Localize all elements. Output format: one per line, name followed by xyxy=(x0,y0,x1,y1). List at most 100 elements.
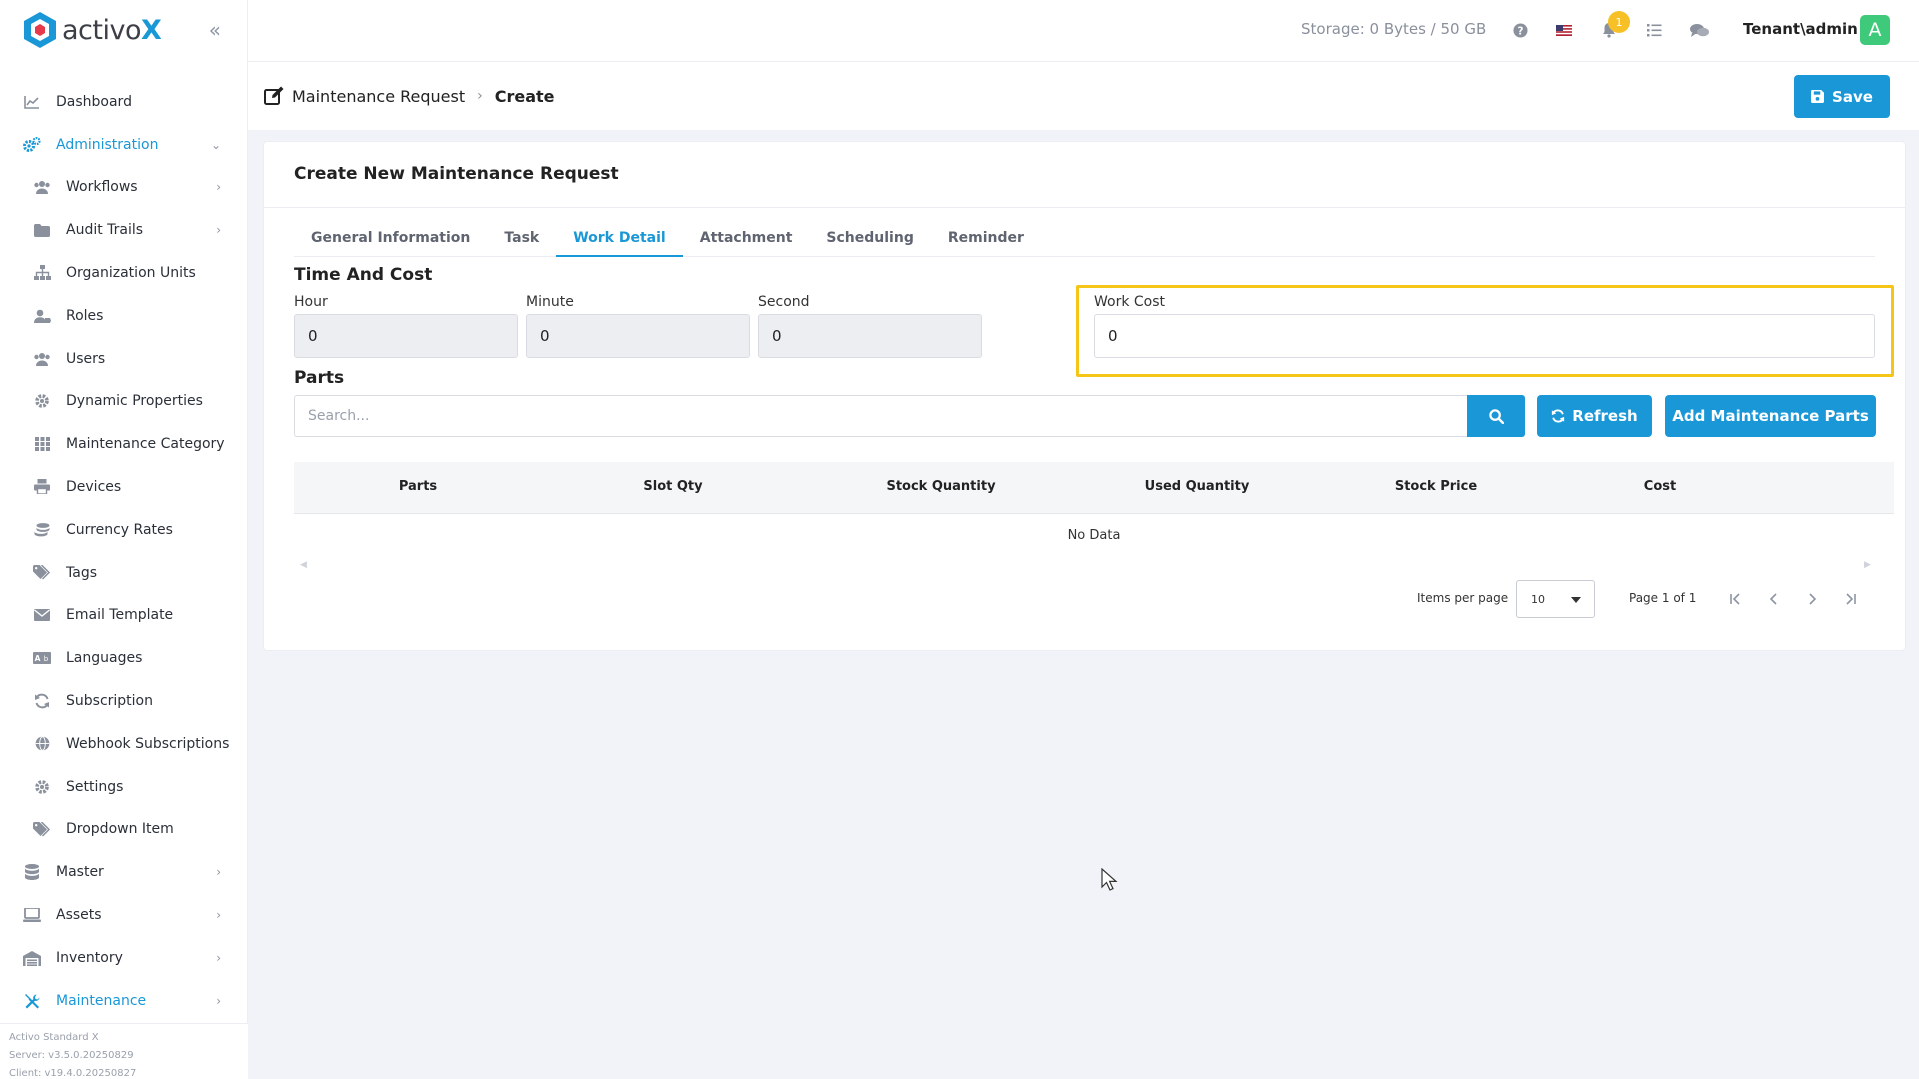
work-cost-label: Work Cost xyxy=(1094,294,1166,310)
gear-icon xyxy=(32,777,52,797)
sidebar-item-label: Master xyxy=(56,864,104,881)
language-icon: Ab xyxy=(32,648,52,668)
form-tabs: General Information Task Work Detail Attach… xyxy=(294,222,1875,257)
tab-work-detail[interactable]: Work Detail xyxy=(556,222,683,257)
folder-icon xyxy=(32,220,52,240)
sidebar-item-label: Currency Rates xyxy=(66,521,173,538)
sidebar-item-maintenance[interactable]: Maintenance › xyxy=(0,980,247,1023)
sitemap-icon xyxy=(32,263,52,283)
sidebar-item-maintenance-category[interactable]: Maintenance Category xyxy=(0,423,247,466)
double-chevron-left-icon[interactable]: « xyxy=(209,18,221,42)
sidebar-item-email-template[interactable]: Email Template xyxy=(0,594,247,637)
gear-icon xyxy=(32,391,52,411)
breadcrumb-parent[interactable]: Maintenance Request xyxy=(292,87,465,106)
search-icon xyxy=(1488,408,1504,424)
sidebar-item-inventory[interactable]: Inventory › xyxy=(0,937,247,980)
tab-task[interactable]: Task xyxy=(487,222,556,257)
task-list-icon[interactable] xyxy=(1643,19,1665,41)
first-page-icon[interactable] xyxy=(1725,588,1747,610)
chevron-right-icon: › xyxy=(216,180,221,195)
us-flag-icon[interactable] xyxy=(1553,19,1575,41)
column-header-parts[interactable]: Parts xyxy=(399,479,437,494)
coins-icon xyxy=(32,520,52,540)
work-cost-field[interactable]: 0 xyxy=(1094,314,1875,358)
sidebar-item-master[interactable]: Master › xyxy=(0,851,247,894)
add-maintenance-parts-button[interactable]: Add Maintenance Parts xyxy=(1665,395,1876,437)
sidebar-item-subscription[interactable]: Subscription xyxy=(0,680,247,723)
page-info: Page 1 of 1 xyxy=(1629,591,1697,605)
chevron-right-icon: › xyxy=(216,865,221,880)
tags-icon xyxy=(32,819,52,839)
sidebar-item-currency-rates[interactable]: Currency Rates xyxy=(0,508,247,551)
chevron-right-icon: › xyxy=(216,223,221,238)
sidebar-item-roles[interactable]: Roles xyxy=(0,294,247,337)
tab-reminder[interactable]: Reminder xyxy=(931,222,1041,257)
hour-label: Hour xyxy=(294,294,328,310)
svg-text:?: ? xyxy=(1517,25,1523,37)
users-icon xyxy=(32,349,52,369)
sidebar-item-devices[interactable]: Devices xyxy=(0,466,247,509)
sidebar-item-audit-trails[interactable]: Audit Trails › xyxy=(0,209,247,252)
svg-text:b: b xyxy=(44,655,49,663)
parts-table-header: Parts Slot Qty Stock Quantity Used Quant… xyxy=(294,462,1894,514)
hour-field[interactable]: 0 xyxy=(294,314,518,358)
column-header-stock-price[interactable]: Stock Price xyxy=(1395,479,1477,494)
save-button[interactable]: Save xyxy=(1794,75,1890,118)
parts-search-input[interactable]: Search... xyxy=(294,395,1468,437)
column-header-stock-quantity[interactable]: Stock Quantity xyxy=(886,479,995,494)
users-icon xyxy=(32,177,52,197)
next-page-icon[interactable] xyxy=(1801,588,1823,610)
refresh-button[interactable]: Refresh xyxy=(1537,395,1652,437)
sidebar-item-organization-units[interactable]: Organization Units xyxy=(0,252,247,295)
search-button[interactable] xyxy=(1467,395,1525,437)
logo-hexagon-icon xyxy=(22,11,58,49)
product-name: Activo Standard X xyxy=(9,1032,99,1043)
second-field[interactable]: 0 xyxy=(758,314,982,358)
scroll-left-icon[interactable]: ◀ xyxy=(300,560,307,570)
sidebar-item-dashboard[interactable]: Dashboard xyxy=(0,80,247,123)
notification-count-badge: 1 xyxy=(1608,11,1630,33)
tools-icon xyxy=(22,991,42,1011)
column-header-cost[interactable]: Cost xyxy=(1644,479,1676,494)
minute-label: Minute xyxy=(526,294,574,310)
sidebar-item-label: Organization Units xyxy=(66,264,196,281)
sidebar-item-dynamic-properties[interactable]: Dynamic Properties xyxy=(0,380,247,423)
user-name[interactable]: Tenant\admin xyxy=(1743,20,1858,38)
sidebar-item-settings[interactable]: Settings xyxy=(0,765,247,808)
breadcrumb: Maintenance Request › Create xyxy=(264,86,555,106)
sidebar-item-label: Roles xyxy=(66,307,104,324)
scroll-right-icon[interactable]: ▶ xyxy=(1864,560,1871,570)
sidebar-item-dropdown-item[interactable]: Dropdown Item xyxy=(0,808,247,851)
column-header-used-quantity[interactable]: Used Quantity xyxy=(1145,479,1250,494)
last-page-icon[interactable] xyxy=(1839,588,1861,610)
sidebar-item-languages[interactable]: Ab Languages xyxy=(0,637,247,680)
tab-scheduling[interactable]: Scheduling xyxy=(809,222,930,257)
avatar[interactable]: A xyxy=(1860,15,1890,45)
chevron-right-icon: › xyxy=(216,994,221,1009)
sidebar-item-assets[interactable]: Assets › xyxy=(0,894,247,937)
sidebar-item-administration[interactable]: Administration ⌄ xyxy=(0,123,247,166)
sidebar-item-users[interactable]: Users xyxy=(0,337,247,380)
chat-icon[interactable] xyxy=(1688,19,1710,41)
tab-attachment[interactable]: Attachment xyxy=(683,222,810,257)
printer-icon xyxy=(32,477,52,497)
cogs-icon xyxy=(22,135,42,155)
sync-icon xyxy=(1552,409,1565,423)
floppy-disk-icon xyxy=(1811,90,1825,103)
sidebar-item-workflows[interactable]: Workflows › xyxy=(0,166,247,209)
sidebar-item-webhook-subscriptions[interactable]: Webhook Subscriptions xyxy=(0,722,247,765)
chevron-right-icon: › xyxy=(477,88,483,104)
items-per-page-select[interactable]: 10 xyxy=(1516,580,1595,618)
sidebar-item-tags[interactable]: Tags xyxy=(0,551,247,594)
caret-down-icon xyxy=(1571,597,1581,603)
sidebar-item-label: Email Template xyxy=(66,607,174,624)
column-header-slot-qty[interactable]: Slot Qty xyxy=(643,479,702,494)
help-icon[interactable]: ? xyxy=(1509,19,1531,41)
minute-field[interactable]: 0 xyxy=(526,314,750,358)
tab-general-information[interactable]: General Information xyxy=(294,222,487,257)
envelope-icon xyxy=(32,605,52,625)
logo[interactable]: activoX « xyxy=(0,0,247,60)
mouse-cursor-icon xyxy=(1101,867,1119,896)
previous-page-icon[interactable] xyxy=(1763,588,1785,610)
bell-icon[interactable]: 1 xyxy=(1598,11,1630,41)
